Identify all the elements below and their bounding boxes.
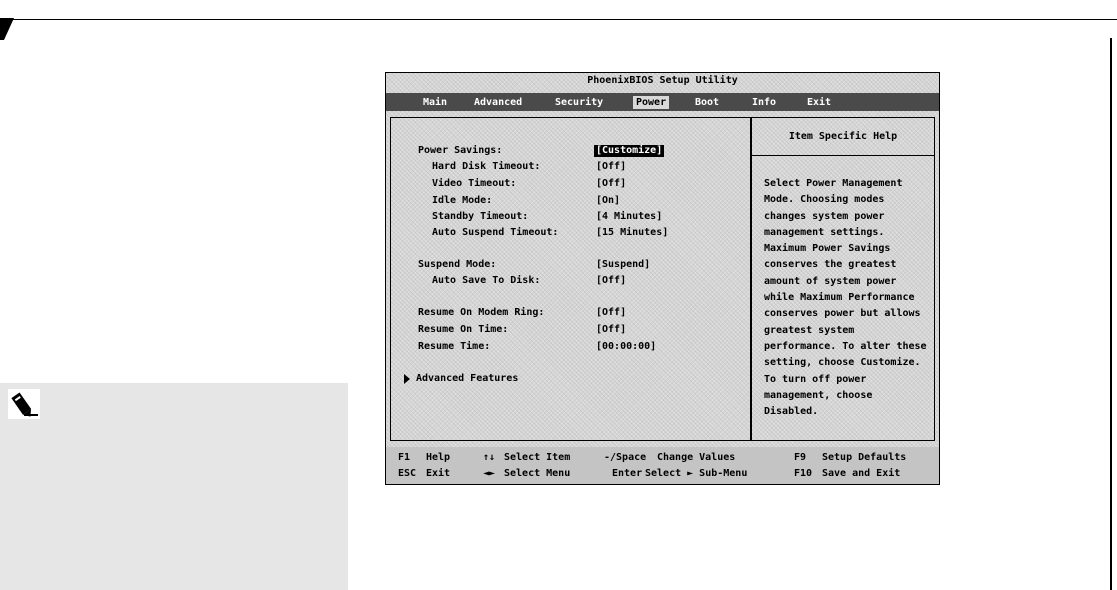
menu-tab-info[interactable]: Info xyxy=(749,96,779,109)
setting-label-resume-on-modem-ring[interactable]: Resume On Modem Ring: xyxy=(418,307,544,319)
key-f1-label: Help xyxy=(426,452,451,463)
setting-value-hard-disk-timeout[interactable]: [Off] xyxy=(596,161,626,173)
key-esc: ESC xyxy=(398,468,417,479)
setting-label-suspend-mode[interactable]: Suspend Mode: xyxy=(418,259,496,271)
bios-title: PhoenixBIOS Setup Utility xyxy=(587,75,738,86)
setting-label-auto-suspend-timeout[interactable]: Auto Suspend Timeout: xyxy=(432,227,558,239)
setting-label-power-savings[interactable]: Power Savings: xyxy=(418,145,502,157)
setting-value-resume-time[interactable]: [00:00:00] xyxy=(596,341,656,353)
menu-tab-main[interactable]: Main xyxy=(420,96,450,109)
key-minus-space: -/Space xyxy=(604,452,647,463)
bios-screen: PhoenixBIOS Setup Utility Main Advanced … xyxy=(385,72,940,485)
key-up-down: ↑↓ xyxy=(483,452,496,463)
key-f1: F1 xyxy=(398,452,411,463)
setting-label-resume-on-time[interactable]: Resume On Time: xyxy=(418,324,508,336)
page-right-rule xyxy=(1110,38,1112,590)
menu-tab-exit[interactable]: Exit xyxy=(804,96,834,109)
key-legend-bar: F1 Help ↑↓ Select Item -/Space Change Va… xyxy=(386,447,939,484)
page-corner-mark xyxy=(0,18,14,40)
help-title: Item Specific Help xyxy=(752,118,934,156)
setting-label-standby-timeout[interactable]: Standby Timeout: xyxy=(432,211,528,223)
triangle-right-icon xyxy=(404,374,410,384)
key-f10-label: Save and Exit xyxy=(822,468,901,479)
key-f9: F9 xyxy=(794,452,807,463)
setting-value-auto-suspend-timeout[interactable]: [15 Minutes] xyxy=(596,227,668,239)
help-panel: Item Specific Help Select Power Manageme… xyxy=(751,117,935,441)
menu-tab-boot[interactable]: Boot xyxy=(692,96,722,109)
key-enter: Enter xyxy=(612,468,643,479)
key-left-right-label: Select Menu xyxy=(504,468,571,479)
setting-value-auto-save-to-disk[interactable]: [Off] xyxy=(596,275,626,287)
page-top-rule xyxy=(0,0,1117,20)
pen-note-icon xyxy=(8,389,40,419)
key-f10: F10 xyxy=(794,468,813,479)
setting-value-suspend-mode[interactable]: [Suspend] xyxy=(596,259,650,271)
setting-label-resume-time[interactable]: Resume Time: xyxy=(418,341,490,353)
menu-tab-power[interactable]: Power xyxy=(633,96,670,109)
menu-tab-advanced[interactable]: Advanced xyxy=(471,96,525,109)
setting-value-power-savings[interactable]: [Customize] xyxy=(594,145,665,157)
menu-tab-security[interactable]: Security xyxy=(552,96,606,109)
key-f9-label: Setup Defaults xyxy=(822,452,907,463)
settings-panel: Power Savings: [Customize] Hard Disk Tim… xyxy=(390,117,751,441)
setting-value-resume-on-time[interactable]: [Off] xyxy=(596,324,626,336)
key-esc-label: Exit xyxy=(426,468,451,479)
setting-value-standby-timeout[interactable]: [4 Minutes] xyxy=(596,211,662,223)
key-up-down-label: Select Item xyxy=(504,452,571,463)
setting-value-resume-on-modem-ring[interactable]: [Off] xyxy=(596,307,626,319)
submenu-advanced-features[interactable]: Advanced Features xyxy=(416,373,518,385)
note-box xyxy=(0,383,348,590)
setting-label-hard-disk-timeout[interactable]: Hard Disk Timeout: xyxy=(432,161,540,173)
setting-value-video-timeout[interactable]: [Off] xyxy=(596,178,626,190)
key-minus-space-label: Change Values xyxy=(657,452,736,463)
setting-label-idle-mode[interactable]: Idle Mode: xyxy=(432,195,492,207)
key-left-right: ◄► xyxy=(483,468,496,479)
help-text: Select Power Management Mode. Choosing m… xyxy=(764,178,927,418)
bios-menubar: Main Advanced Security Power Boot Info E… xyxy=(386,93,939,111)
setting-label-auto-save-to-disk[interactable]: Auto Save To Disk: xyxy=(432,275,540,287)
setting-value-idle-mode[interactable]: [On] xyxy=(596,195,620,207)
setting-label-video-timeout[interactable]: Video Timeout: xyxy=(432,178,516,190)
key-enter-label: Select ► Sub-Menu xyxy=(645,468,748,479)
